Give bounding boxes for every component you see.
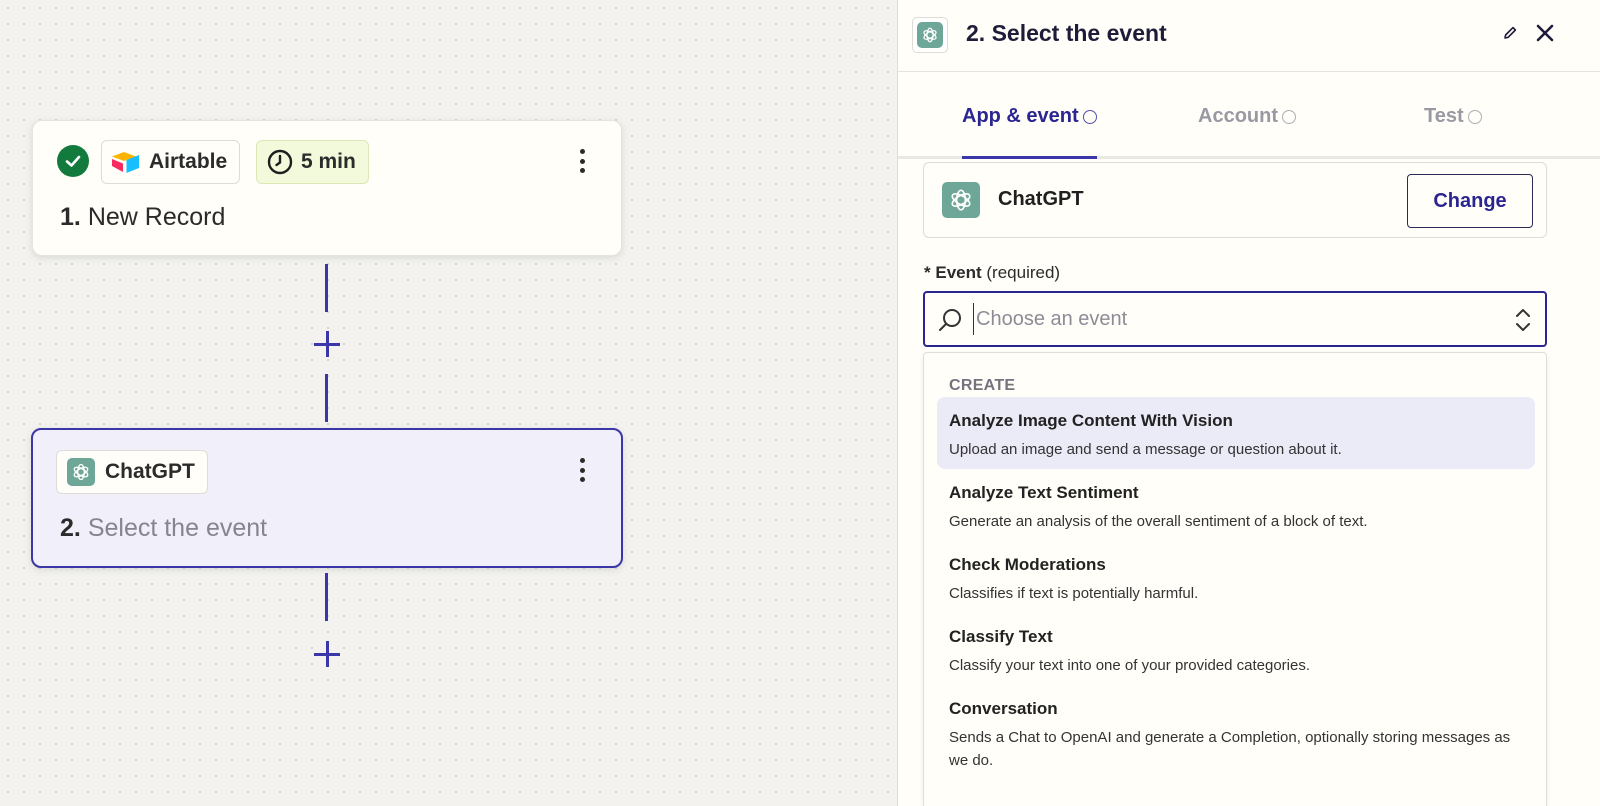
option-title: Classify Text — [949, 627, 1053, 646]
option-title: Check Moderations — [949, 555, 1106, 574]
event-option[interactable]: Conversation Sends a Chat to OpenAI and … — [937, 685, 1535, 785]
step-number: 2. — [60, 514, 81, 542]
tab-label: Account — [1198, 105, 1278, 127]
success-check-icon — [57, 145, 89, 177]
add-step-plus-icon[interactable] — [313, 330, 341, 358]
panel-header: 2. Select the event — [898, 0, 1600, 72]
event-field-label: * Event (required) — [924, 263, 1060, 283]
step-number: 1. — [60, 203, 81, 231]
field-label-text: Event — [935, 263, 982, 282]
option-title: Conversation — [949, 699, 1058, 718]
change-app-button[interactable]: Change — [1407, 174, 1533, 228]
option-description: Upload an image and send a message or qu… — [949, 441, 1342, 458]
search-icon — [937, 307, 963, 333]
connector-line — [325, 374, 328, 422]
step-1-title: 1. New Record — [60, 203, 225, 232]
option-description: Classify your text into one of your prov… — [949, 657, 1311, 674]
app-chip-airtable: Airtable — [101, 140, 241, 184]
option-description: Classifies if text is potentially harmfu… — [949, 585, 1199, 602]
chevron-up-down-icon — [1515, 307, 1531, 333]
status-circle-icon — [1082, 109, 1097, 124]
poll-interval-chip: 5 min — [256, 140, 369, 184]
tab-label: Test — [1424, 105, 1464, 127]
option-description: Sends a Chat to OpenAI and generate a Co… — [949, 729, 1511, 769]
tab-app-event[interactable]: App & event — [962, 105, 1097, 128]
option-title: Analyze Image Content With Vision — [949, 411, 1233, 430]
app-chip-label: Airtable — [149, 150, 228, 173]
event-option[interactable]: Analyze Image Content With Vision Upload… — [937, 397, 1535, 469]
step-name: Select the event — [87, 514, 268, 542]
field-hint: (required) — [986, 263, 1061, 282]
step-2-card[interactable]: ChatGPT 2. Select the event — [31, 428, 623, 568]
chatgpt-logo-icon — [67, 458, 95, 486]
required-asterisk: * — [924, 263, 931, 282]
edit-pencil-icon[interactable] — [1501, 24, 1519, 42]
close-icon[interactable] — [1535, 23, 1555, 43]
interval-label: 5 min — [301, 150, 356, 173]
step-2-more-icon[interactable] — [572, 454, 592, 486]
selected-app-card: ChatGPT Change — [923, 162, 1547, 238]
workflow-canvas[interactable]: Airtable 5 min 1. New Record ChatGPT 2. … — [0, 0, 897, 806]
step-1-more-icon[interactable] — [572, 145, 592, 177]
chatgpt-logo-icon — [917, 22, 943, 48]
connector-line — [325, 573, 328, 621]
add-step-plus-icon[interactable] — [313, 640, 341, 668]
selected-app-name: ChatGPT — [998, 188, 1084, 210]
step-name: New Record — [87, 203, 226, 231]
event-option[interactable]: Analyze Text Sentiment Generate an analy… — [937, 469, 1535, 541]
event-option[interactable]: Classify Text Classify your text into on… — [937, 613, 1535, 685]
event-search-input[interactable] — [973, 303, 1473, 335]
tab-test[interactable]: Test — [1424, 105, 1482, 128]
airtable-logo-icon — [112, 150, 140, 174]
group-heading: CREATE — [949, 377, 1016, 394]
connector-line — [325, 264, 328, 312]
panel-app-icon-frame — [912, 17, 948, 53]
event-option[interactable]: Check Moderations Classifies if text is … — [937, 541, 1535, 613]
chatgpt-logo-icon — [942, 182, 980, 218]
step-1-card[interactable]: Airtable 5 min 1. New Record — [32, 120, 622, 256]
tab-label: App & event — [962, 105, 1079, 127]
tab-account[interactable]: Account — [1198, 105, 1296, 128]
app-chip-label: ChatGPT — [105, 460, 195, 483]
step-2-title: 2. Select the event — [60, 514, 267, 543]
option-title: Analyze Text Sentiment — [949, 483, 1139, 502]
event-select[interactable] — [923, 291, 1547, 347]
active-tab-indicator — [962, 156, 1097, 159]
clock-icon — [267, 149, 293, 175]
event-dropdown-list: CREATE Analyze Image Content With Vision… — [923, 352, 1547, 806]
panel-title: 2. Select the event — [966, 20, 1167, 46]
status-circle-icon — [1467, 109, 1482, 124]
panel-tabs: App & event Account Test — [898, 73, 1600, 159]
app-chip-chatgpt: ChatGPT — [56, 450, 208, 494]
status-circle-icon — [1282, 109, 1296, 124]
option-description: Generate an analysis of the overall sent… — [949, 513, 1368, 530]
